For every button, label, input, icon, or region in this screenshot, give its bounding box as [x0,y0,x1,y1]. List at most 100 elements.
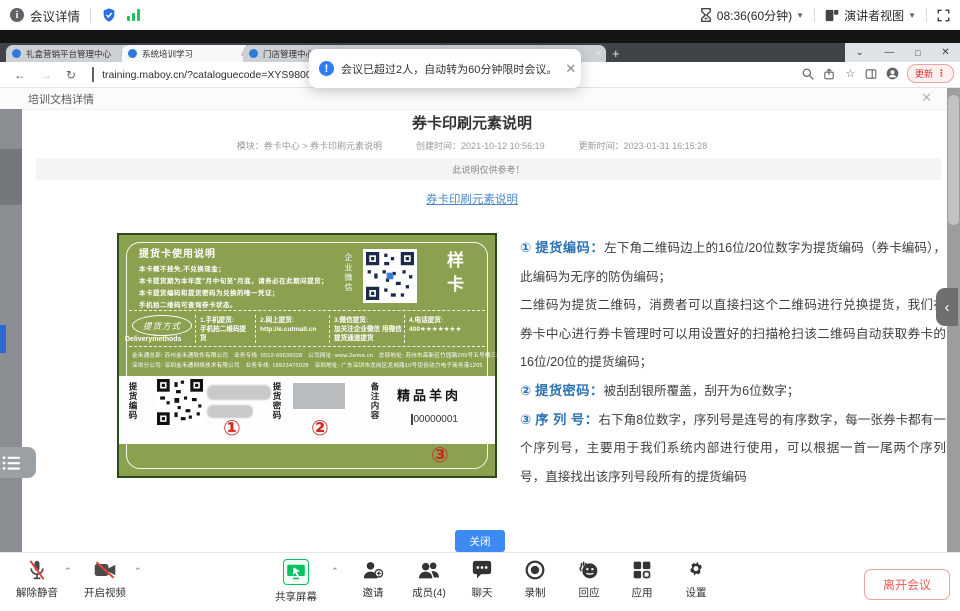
tab-favicon [12,49,21,58]
reload-icon[interactable]: ↻ [66,68,76,82]
shared-screen-frame [0,30,960,43]
fullscreen-icon[interactable] [937,9,950,22]
mic-muted-icon [27,559,47,581]
mic-options-caret[interactable]: ⌃ [64,566,72,577]
settings-button[interactable]: 设置 [667,559,725,600]
unmute-button[interactable]: 解除静音 [8,559,66,600]
record-button[interactable]: 录制 [506,559,564,600]
modal-title: 培训文档详情 [28,91,94,107]
side-panel-icon[interactable] [865,67,878,80]
document-meta: 模块：券卡中心 > 券卡印刷元素说明 创建时间：2021-10-12 10:56… [0,139,944,152]
invite-icon [362,559,384,581]
catalog-toggle-button[interactable] [0,447,36,478]
mark-2: ② [311,418,329,439]
timer-caret-icon[interactable]: ▼ [796,11,804,20]
tab-favicon [249,49,258,58]
security-shield-icon[interactable] [101,7,117,23]
card-field-password: 提货密码 [271,382,283,420]
members-icon [417,559,441,581]
tab-favicon [128,49,137,58]
start-video-button[interactable]: 开启视频 [76,559,134,600]
window-maximize-icon[interactable]: □ [915,48,920,58]
layout-icon [825,9,839,22]
browser-tab-1[interactable]: 礼盒营销平台管理中心 × [6,45,132,62]
card-wechat-label: 企业微信 [343,253,354,293]
video-options-caret[interactable]: ⌃ [134,566,142,577]
window-minimize-icon[interactable]: — [884,47,894,58]
meta-created: 创建时间：2021-10-12 10:56:19 [416,139,545,152]
camera-muted-icon [93,559,117,581]
urlbar-actions: ☆ 更新⋮ [802,64,954,83]
reaction-button[interactable]: 回应 [560,559,618,600]
share-screen-icon [283,559,309,585]
window-close-icon[interactable]: ✕ [941,47,949,58]
text-cursor-icon [411,414,413,425]
card-usage-line: 本卡提货期为本年度"月中旬至"月底，请务必在此期间提货； [139,275,328,285]
meeting-toolbar: 解除静音 ⌃ 开启视频 ⌃ 共享屏幕 ⌃ 邀请 成员(4) 聊天 [0,552,960,611]
tab-close-icon[interactable]: × [596,48,601,58]
modal-header: 培训文档详情 ✕ [0,87,960,110]
share-screen-button[interactable]: 共享屏幕 [267,559,325,604]
meeting-timer: 08:36(60分钟) [717,7,792,24]
card-field-code: 提货编码 [127,382,139,420]
chat-button[interactable]: 聊天 [453,559,511,600]
explanation-text: ① 提货编码：左下角二维码边上的16位/20位数字为提货编码（券卡编码），此编码… [520,234,946,491]
card-usage-line: 手机拍二维码可查询券卡状态。 [139,299,237,309]
mark-3: ③ [431,445,449,466]
collapse-panel-handle[interactable]: ‹ [936,288,958,326]
back-icon[interactable]: ← [14,68,26,82]
toast-close-icon[interactable]: ✕ [565,61,576,77]
members-button[interactable]: 成员(4) [400,559,458,600]
leave-meeting-button[interactable]: 离开会议 [864,569,950,600]
card-method-1: 1.手机提货:手机拍二维码提货 [200,316,252,343]
view-mode-caret-icon[interactable]: ▼ [908,11,916,20]
divider [926,8,927,22]
document-title: 券卡印刷元素说明 [0,112,944,133]
divider [814,8,815,22]
card-delivery-subtitle: Deliverymethods [125,336,181,343]
card-fields-band: 提货编码 ① 提货密码 ② 备注内容 [119,376,495,444]
window-controls: ⌄ — □ ✕ [845,43,960,62]
tab-search-icon[interactable]: ⌄ [855,47,863,58]
dimmed-sidebar [0,109,22,552]
wechat-qr-code [363,249,417,303]
toast-info-icon: ! [319,61,334,76]
list-icon [1,455,23,471]
meta-updated: 更新时间：2023-01-31 16:15:28 [579,139,708,152]
document-link[interactable]: 券卡印刷元素说明 [0,191,944,207]
scrollbar-thumb[interactable] [948,95,959,225]
card-serial-number: 00000001 [411,414,458,425]
card-sample-label: 样卡 [441,251,466,299]
forward-icon[interactable]: → [40,68,52,82]
modal-close-icon[interactable]: ✕ [921,90,932,106]
pickup-qr-code [157,379,203,425]
apps-icon [632,559,652,581]
browser-tab-2-active[interactable]: 系统培训学习 × [122,45,252,62]
record-icon [525,559,545,581]
card-remark-text: 精品羊肉 [397,385,461,404]
card-method-3: 3.微信提货:加关注企业微信 用微信提货通道提货 [334,316,402,343]
network-signal-icon[interactable] [127,9,140,21]
new-tab-button[interactable]: + [612,46,620,61]
share-page-icon[interactable] [823,67,836,80]
hourglass-icon [700,8,712,22]
voucher-card-image: 提货卡使用说明 本卡概不挂失,不兑换现金； 本卡提货期为本年度"月中旬至"月底，… [117,233,497,478]
card-company-line: 深圳分公司: 深圳金禾通网络技术有限公司 业务专线: 18923475028 深… [132,361,483,369]
lock-icon[interactable] [92,68,94,82]
toast-message: 会议已超过2人，自动转为60分钟限时会议。 [341,61,557,77]
meeting-info-icon[interactable]: i [10,8,24,22]
meeting-topbar: i 会议详情 08:36(60分钟) ▼ 演讲者视图 ▼ [0,0,960,30]
profile-avatar-icon[interactable] [886,67,899,80]
share-options-caret[interactable]: ⌃ [331,566,339,577]
close-document-button[interactable]: 关闭 [455,530,505,552]
invite-button[interactable]: 邀请 [344,559,402,600]
zoom-page-icon[interactable] [802,67,815,80]
notice-bar: 此说明仅供参考！ [36,158,941,180]
apps-button[interactable]: 应用 [613,559,671,600]
bookmark-star-icon[interactable]: ☆ [844,67,857,80]
card-usage-line: 本卡提货编码和提货密码为兑换的唯一凭证； [139,287,279,297]
card-delivery-title: 提货方式 [132,315,192,336]
browser-update-chip[interactable]: 更新⋮ [907,64,954,83]
view-mode-label[interactable]: 演讲者视图 [844,7,904,24]
chat-icon [471,559,493,581]
